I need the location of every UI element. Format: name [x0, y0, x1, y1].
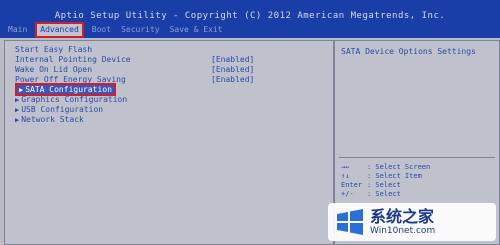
menu-item-power-off-energy-saving[interactable]: Power Off Energy Saving [15, 75, 126, 84]
bios-screen: Aptio Setup Utility - Copyright (C) 2012… [0, 0, 500, 245]
key-legend-row: →← : Select Screen [341, 163, 430, 172]
tab-bar: Main Advanced Boot Security Save & Exit [8, 22, 233, 38]
key-legend-row: Enter : Select [341, 181, 430, 190]
key-legend-row: +/- : Select [341, 190, 430, 199]
watermark-text: 系统之家 Win10net.com [370, 207, 436, 237]
value-internal-pointing-device[interactable]: [Enabled] [211, 55, 254, 64]
help-divider [339, 157, 495, 158]
submenu-arrow-icon: ▶ [19, 86, 24, 94]
tab-security[interactable]: Security [121, 24, 160, 36]
windows-logo-icon [337, 209, 363, 235]
watermark-title: 系统之家 [370, 207, 435, 226]
key-legend-row: ↑↓ : Select Item [341, 172, 430, 181]
menu-item-graphics-configuration[interactable]: ▶ Graphics Configuration [15, 95, 127, 104]
value-wake-on-lid-open[interactable]: [Enabled] [211, 65, 254, 74]
menu-item-network-stack[interactable]: ▶ Network Stack [15, 115, 84, 124]
key-label: ↑↓ [341, 172, 350, 180]
bios-header: Aptio Setup Utility - Copyright (C) 2012… [0, 0, 500, 38]
bios-title: Aptio Setup Utility - Copyright (C) 2012… [54, 11, 446, 21]
key-desc: : Select [367, 181, 401, 189]
key-legend: →← : Select Screen ↑↓ : Select Item Enter:… [341, 163, 430, 199]
settings-pane: Start Easy Flash Internal Pointing Devic… [4, 40, 334, 245]
menu-item-label: Graphics Configuration [21, 95, 128, 104]
menu-item-label: Network Stack [21, 115, 84, 124]
menu-item-start-easy-flash[interactable]: Start Easy Flash [15, 45, 92, 54]
key-desc: : Select [367, 190, 401, 198]
tab-main[interactable]: Main [8, 24, 27, 36]
key-label: →← [341, 163, 350, 171]
key-desc: : Select Screen [367, 163, 431, 171]
tab-save-exit[interactable]: Save & Exit [170, 24, 223, 36]
submenu-arrow-icon: ▶ [15, 96, 20, 104]
menu-item-wake-on-lid-open[interactable]: Wake On Lid Open [15, 65, 92, 74]
menu-item-label: USB Configuration [21, 105, 104, 114]
key-label: Enter [341, 181, 363, 189]
tab-boot[interactable]: Boot [92, 24, 111, 36]
menu-item-label: SATA Configuration [25, 85, 112, 94]
menu-item-usb-configuration[interactable]: ▶ USB Configuration [15, 105, 103, 114]
key-label: +/- [341, 190, 354, 198]
tab-advanced[interactable]: Advanced [35, 22, 84, 38]
menu-item-internal-pointing-device[interactable]: Internal Pointing Device [15, 55, 131, 64]
site-watermark: 系统之家 Win10net.com [328, 203, 496, 241]
value-power-off-energy-saving[interactable]: [Enabled] [211, 75, 254, 84]
watermark-url: Win10net.com [370, 226, 436, 236]
help-title: SATA Device Options Settings [341, 47, 476, 56]
key-desc: : Select Item [367, 172, 422, 180]
submenu-arrow-icon: ▶ [15, 116, 20, 124]
menu-item-sata-configuration[interactable]: ▶ SATA Configuration [15, 83, 116, 96]
submenu-arrow-icon: ▶ [15, 106, 20, 114]
